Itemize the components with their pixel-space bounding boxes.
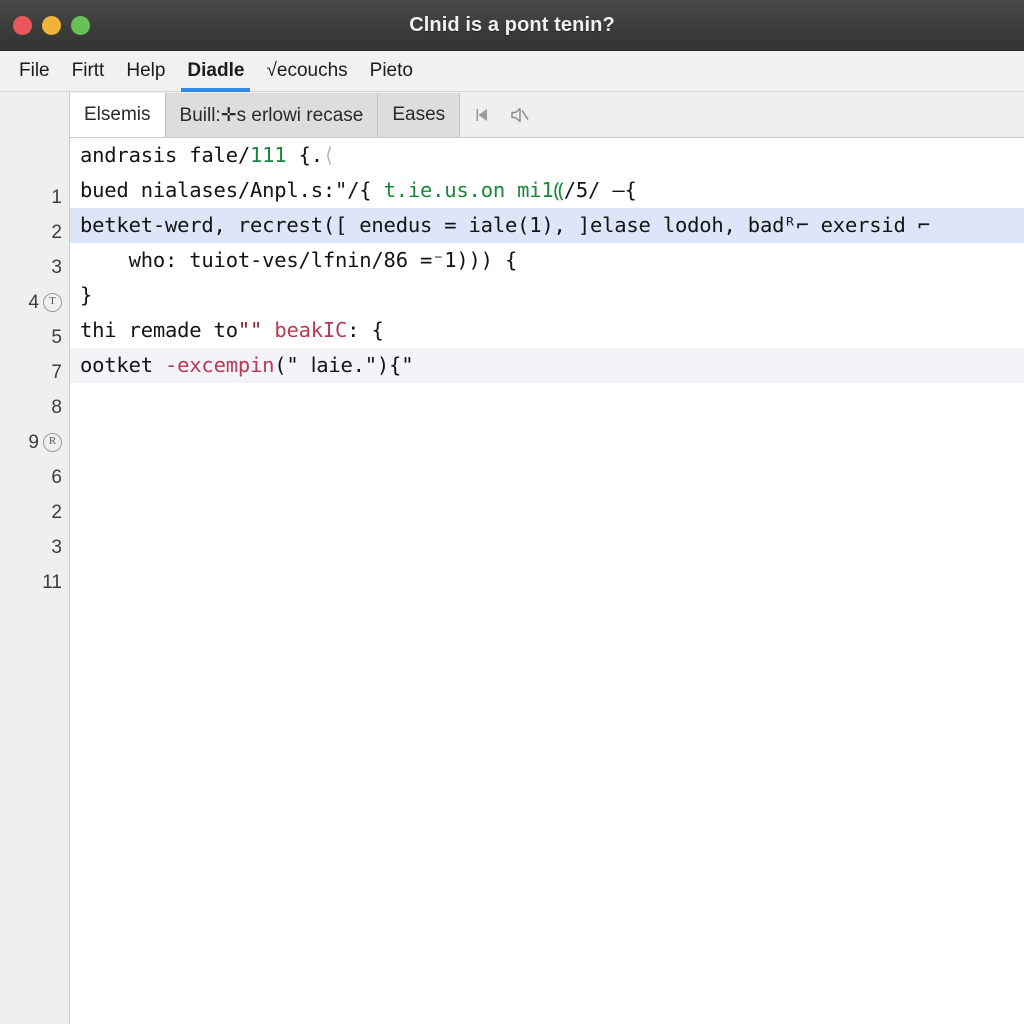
menu-item-diadle[interactable]: Diadle	[176, 51, 255, 92]
gutter-row[interactable]: 9R	[0, 425, 69, 460]
line-number: 7	[51, 361, 62, 383]
line-number: 6	[51, 466, 62, 488]
tab-strip: Elsemis Buill:✛s erlowi recase Eases	[70, 92, 1024, 138]
code-line[interactable]: }	[70, 278, 1024, 313]
code-token: thi remade to	[80, 318, 238, 342]
code-line[interactable]: ootket -excempin(" ⅼaie."){"	[70, 348, 1024, 383]
gutter-row[interactable]: 6	[0, 460, 69, 495]
code-line[interactable]: thi remade to"" beakIC: {	[70, 313, 1024, 348]
code-token: {.	[286, 143, 323, 167]
gutter-row[interactable]: 3	[0, 530, 69, 565]
title-bar: Clnid is a pont tenin?	[0, 0, 1024, 51]
code-area[interactable]: andrasis fale/111 {.⟨ bued nialases/Anpl.…	[70, 138, 1024, 1024]
editor-column: Elsemis Buill:✛s erlowi recase Eases and…	[70, 92, 1024, 1024]
code-token: (" ⅼaie."){"	[274, 353, 414, 377]
maximize-window-button[interactable]	[71, 15, 90, 35]
gutter-row[interactable]: 8	[0, 390, 69, 425]
line-number: 9	[28, 431, 39, 453]
code-token: ""	[237, 318, 263, 342]
code-line[interactable]: andrasis fale/111 {.⟨	[70, 138, 1024, 173]
line-number: 3	[51, 536, 62, 558]
gutter-row[interactable]: 3	[0, 250, 69, 285]
code-token: 111	[250, 143, 287, 167]
code-token: /5/ —{	[563, 178, 637, 202]
line-number: 5	[51, 326, 62, 348]
gutter-row[interactable]: 4T	[0, 285, 69, 320]
window-controls	[13, 0, 90, 50]
gutter-row[interactable]: 11	[0, 565, 69, 600]
play-back-icon[interactable]	[474, 106, 492, 124]
line-number: 11	[42, 571, 62, 593]
menu-bar: File Firtt Help Diadle √ecouchs Pieto	[0, 51, 1024, 92]
gutter-row[interactable]: 2	[0, 215, 69, 250]
menu-item-pieto[interactable]: Pieto	[359, 51, 424, 91]
window-title: Clnid is a pont tenin?	[409, 13, 615, 36]
gutter-row[interactable]: 5	[0, 320, 69, 355]
code-token: who: tuiot-ves/lfnin/86 =⁻1))) {	[80, 248, 518, 272]
code-token: beakIC	[274, 318, 348, 342]
tab-elsemis[interactable]: Elsemis	[70, 93, 166, 137]
code-token: ootket	[80, 353, 165, 377]
code-token: betket-werd, recrest([ enedus = iale(1),…	[80, 213, 930, 237]
line-number: 2	[51, 501, 62, 523]
line-number-gutter: 1 2 3 4 T 5 7 8 9 R 6 2 3 11	[0, 92, 70, 1024]
line-number: 8	[51, 396, 62, 418]
code-line[interactable]: who: tuiot-ves/lfnin/86 =⁻1))) {	[70, 243, 1024, 278]
work-area: 1 2 3 4 T 5 7 8 9 R 6 2 3 11 Elsemis Buill:✛s erlowi …	[0, 92, 1024, 1024]
menu-item-file[interactable]: File	[8, 51, 61, 91]
menu-item-ecouchs[interactable]: √ecouchs	[255, 51, 358, 91]
tab-strip-icons	[460, 93, 544, 137]
line-number: 3	[51, 256, 62, 278]
line-number: 1	[51, 186, 62, 208]
tab-eases[interactable]: Eases	[378, 93, 461, 137]
code-line[interactable]: betket-werd, recrest([ enedus = iale(1),…	[70, 208, 1024, 243]
close-window-button[interactable]	[13, 15, 32, 35]
code-token: bued nialases/Anpl.s:"/{	[80, 178, 384, 202]
code-token: andrasis fale/	[80, 143, 250, 167]
gutter-marker-icon[interactable]: R	[43, 433, 62, 452]
gutter-marker-icon[interactable]: T	[43, 293, 62, 312]
gutter-row[interactable]: 1	[0, 180, 69, 215]
code-line[interactable]: bued nialases/Anpl.s:"/{ t.ie.us.on mi1⸨…	[70, 173, 1024, 208]
speaker-mute-icon[interactable]	[508, 105, 530, 125]
code-token: t.ie.us.on mi1⸨	[383, 178, 564, 202]
gutter-row[interactable]: 2	[0, 495, 69, 530]
minimize-window-button[interactable]	[42, 15, 61, 35]
line-number: 4	[28, 291, 39, 313]
tab-buills-erlowi-recase[interactable]: Buill:✛s erlowi recase	[165, 93, 379, 137]
code-token: ⟨	[322, 143, 336, 167]
menu-item-help[interactable]: Help	[115, 51, 176, 91]
line-number: 2	[51, 221, 62, 243]
menu-item-firtt[interactable]: Firtt	[61, 51, 116, 91]
gutter-row[interactable]: 7	[0, 355, 69, 390]
code-token: }	[80, 283, 93, 307]
app-window: Clnid is a pont tenin? File Firtt Help D…	[0, 0, 1024, 1024]
code-token: -excempin	[165, 353, 275, 377]
code-token: : {	[347, 318, 384, 342]
